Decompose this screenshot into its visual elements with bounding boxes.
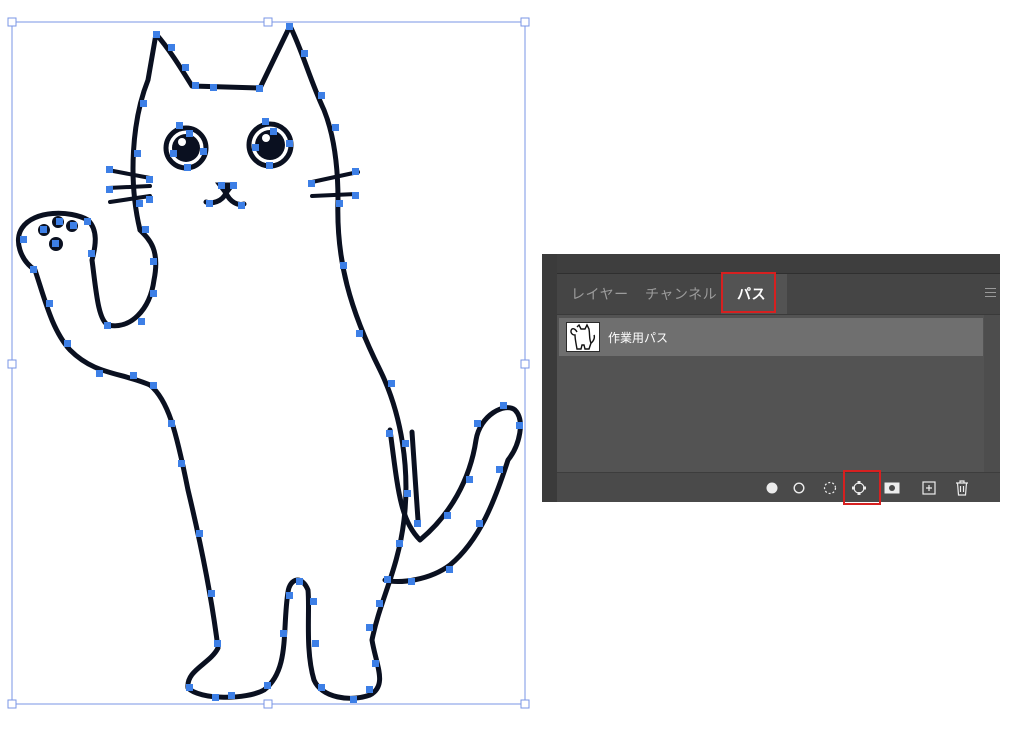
fill-path-icon[interactable] xyxy=(763,479,781,497)
add-layer-mask-icon[interactable] xyxy=(883,479,901,497)
bbox-handle-left[interactable] xyxy=(7,359,17,369)
paths-list: 作業用パス xyxy=(557,315,1000,473)
panel-footer xyxy=(557,472,1000,502)
make-work-path-from-selection-icon[interactable] xyxy=(850,479,868,497)
bbox-handle-top-left[interactable] xyxy=(7,17,17,27)
bbox-handle-bottom-left[interactable] xyxy=(7,699,17,709)
bbox-handle-top[interactable] xyxy=(263,17,273,27)
bbox-handle-top-right[interactable] xyxy=(520,17,530,27)
panel-menu-icon[interactable] xyxy=(985,288,996,298)
cat-outline xyxy=(16,23,523,701)
tab-channels[interactable]: チャンネル xyxy=(645,284,717,304)
paths-panel: レイヤー チャンネル パス 作業用パス xyxy=(542,254,1000,502)
panel-tab-bar: レイヤー チャンネル パス xyxy=(557,274,1000,315)
path-thumbnail xyxy=(566,322,600,352)
bbox-handle-bottom[interactable] xyxy=(263,699,273,709)
bbox-handle-bottom-right[interactable] xyxy=(520,699,530,709)
canvas[interactable] xyxy=(0,0,540,734)
panel-top-strip xyxy=(557,254,1000,274)
tab-paths[interactable]: パス xyxy=(737,284,766,304)
tab-layers[interactable]: レイヤー xyxy=(571,284,629,304)
panel-scrollbar[interactable] xyxy=(984,315,1000,473)
bbox-handle-right[interactable] xyxy=(520,359,530,369)
path-row-work-path[interactable]: 作業用パス xyxy=(559,318,983,356)
delete-path-icon[interactable] xyxy=(953,479,971,497)
panel-left-edge xyxy=(542,254,557,502)
create-new-path-icon[interactable] xyxy=(920,479,938,497)
cat-path-illustration xyxy=(7,17,530,709)
load-path-as-selection-icon[interactable] xyxy=(821,479,839,497)
path-label: 作業用パス xyxy=(608,331,669,345)
stroke-path-icon[interactable] xyxy=(790,479,808,497)
